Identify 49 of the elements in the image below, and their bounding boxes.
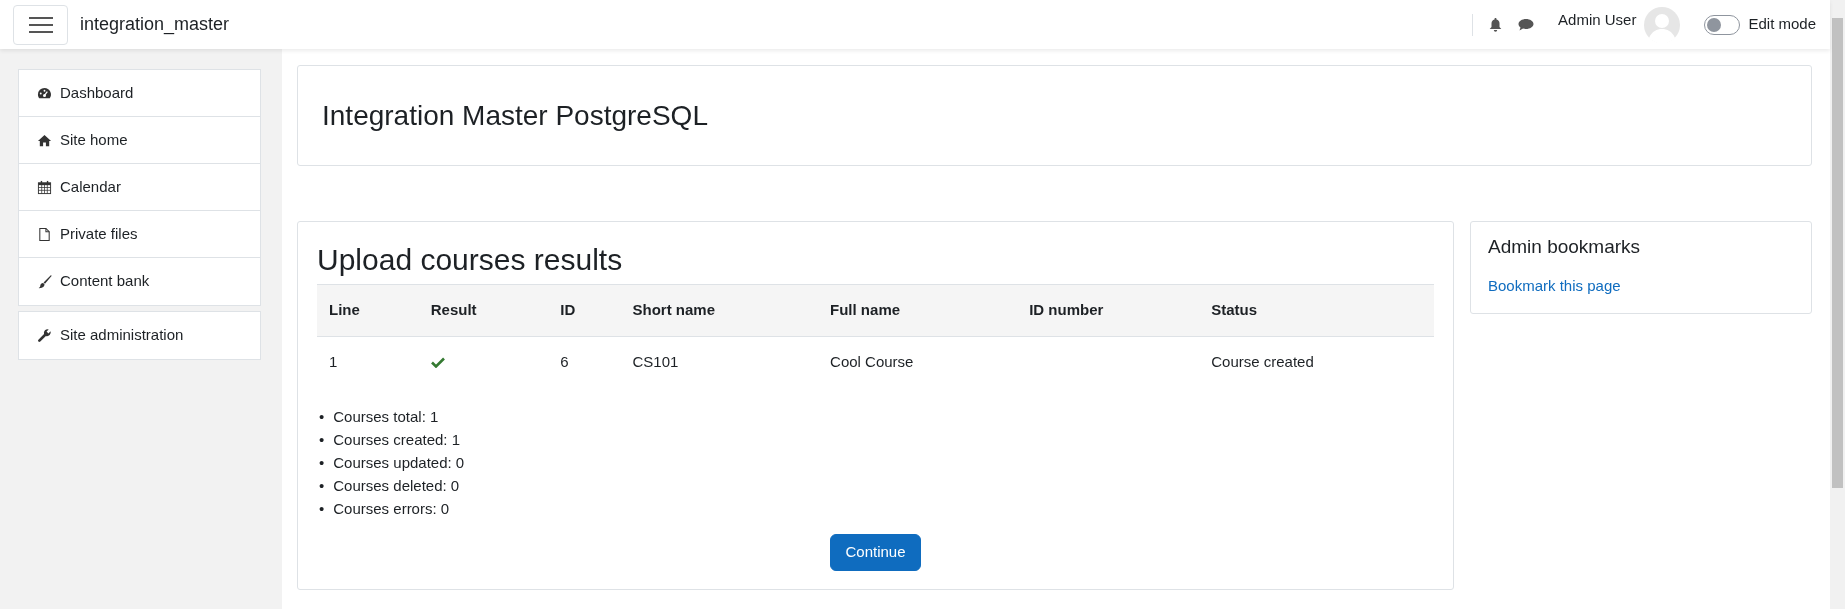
chat-bubble-icon[interactable]: [1518, 18, 1535, 31]
menu-icon: [28, 15, 53, 34]
table-cell: Cool Course: [830, 352, 914, 370]
summary-item: Courses errors: 0: [333, 499, 450, 519]
edit-mode-label: Edit mode: [1748, 14, 1816, 35]
bullet-marker: •: [319, 430, 325, 450]
user-name[interactable]: Admin User: [1558, 9, 1637, 32]
bullet-marker: •: [319, 476, 325, 496]
calendar-icon: [37, 179, 52, 195]
continue-button[interactable]: Continue: [830, 534, 921, 571]
table-cell: 1: [329, 352, 338, 370]
edit-mode-switch[interactable]: [1704, 14, 1741, 35]
sidebar-item[interactable]: Site home: [19, 117, 260, 164]
column-header: Short name: [620, 284, 819, 336]
sidebar-item[interactable]: Content bank: [19, 258, 260, 305]
sidebar-item[interactable]: Site administration: [19, 312, 260, 359]
bullet-marker: •: [319, 499, 325, 519]
scrollbar-thumb[interactable]: [1832, 18, 1843, 488]
sidebar-item[interactable]: Private files: [19, 211, 260, 258]
sidebar-item[interactable]: Dashboard: [19, 70, 260, 117]
wrench-icon: [37, 328, 52, 343]
summary-item: Courses deleted: 0: [333, 476, 460, 496]
house-icon: [37, 132, 52, 148]
column-header: Status: [1199, 284, 1434, 336]
sidebar-item[interactable]: Calendar: [19, 164, 260, 211]
scrollbar[interactable]: [1830, 0, 1845, 609]
table-cell: 6: [560, 352, 569, 370]
column-header: ID number: [1017, 284, 1200, 336]
column-header: Line: [317, 284, 419, 336]
summary-item: Courses created: 1: [333, 430, 460, 450]
summary-item: Courses total: 1: [333, 407, 439, 427]
dashboard-icon: [37, 85, 52, 101]
column-header: Full name: [818, 284, 1018, 336]
page-title: Integration Master PostgreSQL: [322, 98, 708, 133]
column-header: ID: [548, 284, 621, 336]
file-icon: [37, 226, 52, 242]
column-header: Result: [418, 284, 549, 336]
bookmark-link[interactable]: Bookmark this page: [1488, 276, 1621, 294]
results-heading: Upload courses results: [317, 242, 624, 278]
bullet-marker: •: [319, 407, 325, 427]
table-cell: Course created: [1211, 352, 1314, 370]
bullet-marker: •: [319, 453, 325, 473]
menu-button[interactable]: [13, 4, 68, 45]
paintbrush-icon: [37, 274, 52, 289]
site-name[interactable]: integration_master: [80, 11, 230, 38]
block-title: Admin bookmarks: [1488, 236, 1642, 259]
bell-icon[interactable]: [1489, 17, 1503, 32]
table-cell: CS101: [632, 352, 679, 370]
summary-item: Courses updated: 0: [333, 453, 465, 473]
